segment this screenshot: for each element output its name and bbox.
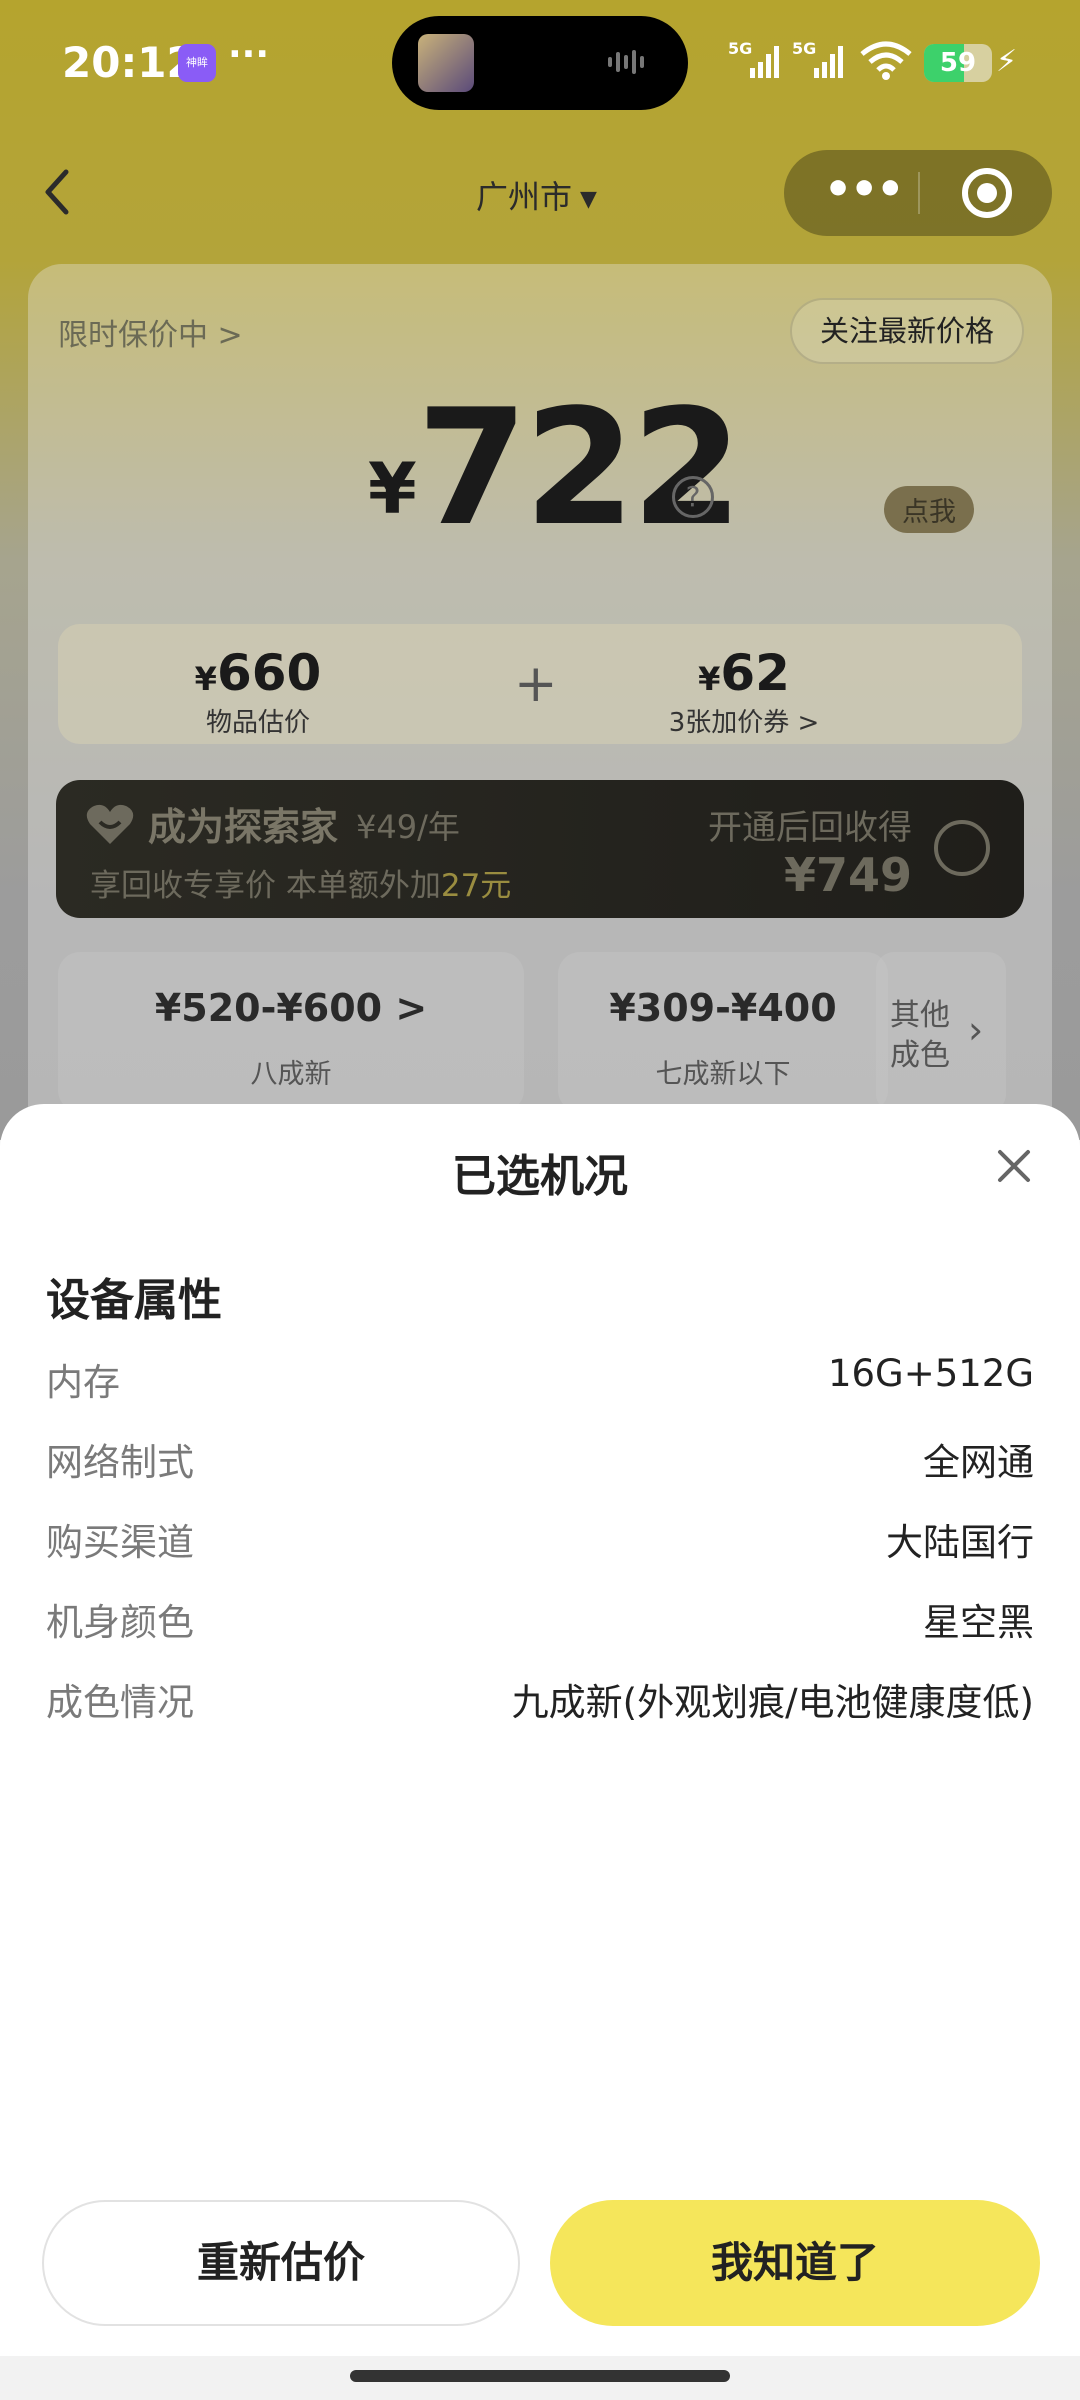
attr-value: 大陆国行 [886, 1521, 1034, 1564]
sheet-title: 已选机况 [452, 1151, 628, 1202]
home-indicator[interactable] [350, 2370, 730, 2382]
attr-key: 机身颜色 [46, 1601, 194, 1644]
section-title: 设备属性 [46, 1275, 222, 1326]
modal-overlay[interactable] [0, 0, 1080, 1140]
attr-key: 成色情况 [46, 1681, 194, 1724]
attr-value: 星空黑 [923, 1601, 1034, 1644]
attr-value: 九成新(外观划痕/电池健康度低) [511, 1681, 1034, 1724]
attr-key: 网络制式 [46, 1441, 194, 1484]
reassess-button[interactable]: 重新估价 [42, 2200, 520, 2326]
attr-row-color: 机身颜色 星空黑 [46, 1592, 1034, 1652]
attr-row-condition: 成色情况 九成新(外观划痕/电池健康度低) [46, 1672, 1034, 1732]
attr-key: 购买渠道 [46, 1521, 194, 1564]
condition-sheet: 已选机况 设备属性 内存 16G+512G 网络制式 全网通 购买渠道 大陆国行… [0, 1104, 1080, 2356]
attr-row-network: 网络制式 全网通 [46, 1432, 1034, 1492]
attr-row-channel: 购买渠道 大陆国行 [46, 1512, 1034, 1572]
close-icon[interactable] [992, 1144, 1036, 1188]
attr-value: 16G+512G [827, 1352, 1034, 1395]
attr-key: 内存 [46, 1361, 120, 1404]
attr-row-memory: 内存 16G+512G [46, 1352, 1034, 1412]
attr-value: 全网通 [923, 1441, 1034, 1484]
confirm-button[interactable]: 我知道了 [550, 2200, 1040, 2326]
